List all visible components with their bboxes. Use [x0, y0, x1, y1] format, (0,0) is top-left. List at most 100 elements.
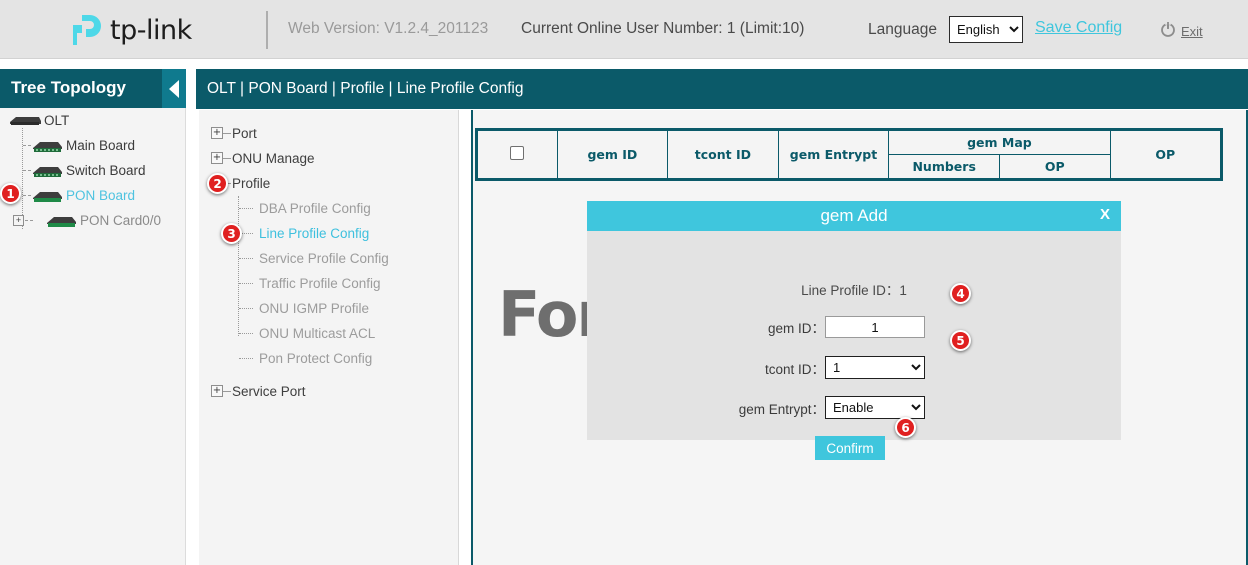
- gem-entrypt-field-row: gem Entrypt： Enable: [729, 396, 925, 419]
- tree-topology-title: Tree Topology: [11, 78, 126, 98]
- menu-item-label: ONU Multicast ACL: [259, 326, 375, 341]
- server-icon: [44, 215, 78, 227]
- step-badge-2: 2: [207, 173, 228, 194]
- menu-item-label: Service Port: [232, 384, 306, 399]
- step-badge-4: 4: [950, 283, 971, 304]
- tree-branch: [25, 220, 33, 221]
- tree-item-label: OLT: [44, 113, 69, 128]
- breadcrumb-bar: OLT | PON Board | Profile | Line Profile…: [196, 69, 1248, 109]
- step-badge-5: 5: [950, 330, 971, 351]
- tree-item-pon-board[interactable]: PON Board: [0, 183, 186, 208]
- tree-topology-header: Tree Topology: [0, 69, 186, 108]
- menu-item-onu-manage[interactable]: + ONU Manage: [199, 146, 458, 171]
- menu-item-label: Profile: [232, 176, 270, 191]
- step-badge-6: 6: [895, 417, 916, 438]
- language-select[interactable]: English: [949, 16, 1023, 43]
- online-user-count-text: Current Online User Number: 1 (Limit:10): [521, 20, 804, 38]
- close-icon[interactable]: X: [1100, 206, 1110, 223]
- tree-item-label: PON Board: [66, 188, 135, 203]
- column-gem-entrypt: gem Entrypt: [778, 131, 889, 179]
- menu-item-dba-profile-config[interactable]: DBA Profile Config: [199, 196, 458, 221]
- tree-item-pon-card[interactable]: + PON Card0/0: [0, 208, 186, 233]
- web-version-text: Web Version: V1.2.4_201123: [288, 20, 488, 38]
- menu-item-label: ONU Manage: [232, 151, 315, 166]
- header-divider: [266, 11, 268, 49]
- menu-item-label: ONU IGMP Profile: [259, 301, 369, 316]
- menu-item-pon-protect-config[interactable]: Pon Protect Config: [199, 346, 458, 371]
- menu-item-line-profile-config[interactable]: Line Profile Config 3: [199, 221, 458, 246]
- expand-plus-icon[interactable]: +: [211, 385, 223, 397]
- menu-item-service-profile-config[interactable]: Service Profile Config: [199, 246, 458, 271]
- language-label: Language: [868, 21, 937, 39]
- gem-id-field-row: gem ID：: [742, 316, 925, 338]
- confirm-button[interactable]: Confirm: [815, 436, 885, 460]
- save-config-link[interactable]: Save Config: [1035, 19, 1122, 37]
- menu-item-traffic-profile-config[interactable]: Traffic Profile Config: [199, 271, 458, 296]
- server-icon: [8, 115, 42, 127]
- nav-menu-panel: + Port + ONU Manage Profile 2 DBA Profil…: [199, 110, 459, 565]
- dialog-titlebar: gem Add X: [587, 201, 1121, 231]
- column-gem-map-numbers: Numbers: [889, 155, 1000, 179]
- gem-table: gem ID tcont ID gem Entrypt gem Map OP N…: [475, 128, 1223, 181]
- menu-item-profile[interactable]: Profile 2: [199, 171, 458, 196]
- expand-plus-icon[interactable]: +: [211, 152, 223, 164]
- server-icon: [30, 140, 64, 152]
- dialog-title: gem Add: [587, 206, 1121, 226]
- column-op: OP: [1110, 131, 1221, 179]
- gem-entrypt-select[interactable]: Enable: [825, 396, 925, 419]
- tcont-id-label: tcont ID：: [742, 358, 825, 378]
- column-tcont-id: tcont ID: [668, 131, 779, 179]
- server-icon: [30, 190, 64, 202]
- table-header-row: gem ID tcont ID gem Entrypt gem Map OP: [478, 131, 1221, 155]
- menu-branch: [223, 158, 231, 159]
- breadcrumb: OLT | PON Board | Profile | Line Profile…: [207, 80, 523, 98]
- gem-add-dialog: gem Add X Line Profile ID：1 gem ID： tcon…: [587, 201, 1121, 440]
- menu-item-service-port[interactable]: + Service Port: [199, 379, 458, 404]
- brand-name: tp-link: [110, 15, 192, 46]
- select-all-checkbox[interactable]: [510, 146, 524, 160]
- tcont-id-field-row: tcont ID： 1: [742, 356, 925, 379]
- menu-branch: [239, 208, 253, 209]
- tree-item-label: Main Board: [66, 138, 135, 153]
- step-badge-1: 1: [0, 183, 21, 204]
- gem-entrypt-label: gem Entrypt：: [729, 398, 825, 418]
- tree-topology-panel: Tree Topology OLT: [0, 69, 186, 565]
- expand-plus-icon[interactable]: +: [211, 127, 223, 139]
- column-gem-map: gem Map: [889, 131, 1110, 155]
- menu-branch: [239, 308, 253, 309]
- tree-item-switch-board[interactable]: Switch Board: [0, 158, 186, 183]
- app-window: tp-link Web Version: V1.2.4_201123 Curre…: [0, 0, 1248, 565]
- server-icon: [30, 165, 64, 177]
- tree-item-label: Switch Board: [66, 163, 146, 178]
- expand-plus-icon[interactable]: +: [13, 215, 24, 226]
- top-header-bar: tp-link Web Version: V1.2.4_201123 Curre…: [0, 0, 1248, 59]
- tree-item-label: PON Card0/0: [80, 213, 161, 228]
- exit-button[interactable]: Exit: [1160, 21, 1203, 42]
- gem-id-input[interactable]: [825, 316, 925, 338]
- menu-item-label: Traffic Profile Config: [259, 276, 381, 291]
- tree-item-olt[interactable]: OLT: [0, 108, 186, 133]
- exit-label: Exit: [1181, 24, 1203, 39]
- menu-branch: [223, 391, 231, 392]
- sidebar-collapse-button[interactable]: [162, 69, 186, 108]
- line-profile-id-text: Line Profile ID：1: [587, 279, 1121, 299]
- menu-branch: [239, 333, 253, 334]
- select-all-cell: [478, 131, 558, 179]
- step-badge-3: 3: [221, 223, 242, 244]
- tplink-mark-icon: [68, 13, 106, 47]
- menu-item-label: DBA Profile Config: [259, 201, 371, 216]
- chevron-left-icon: [169, 80, 179, 98]
- menu-branch: [239, 358, 253, 359]
- menu-branch: [239, 258, 253, 259]
- menu-item-onu-igmp-profile[interactable]: ONU IGMP Profile: [199, 296, 458, 321]
- column-gem-id: gem ID: [557, 131, 668, 179]
- menu-item-label: Pon Protect Config: [259, 351, 372, 366]
- tree-item-main-board[interactable]: Main Board: [0, 133, 186, 158]
- dialog-body: Line Profile ID：1 gem ID： tcont ID： 1 ge…: [587, 231, 1121, 440]
- tree-topology-body: OLT Main Board: [0, 108, 186, 233]
- menu-item-label: Service Profile Config: [259, 251, 389, 266]
- tcont-id-select[interactable]: 1: [825, 356, 925, 379]
- menu-item-port[interactable]: + Port: [199, 121, 458, 146]
- menu-item-onu-multicast-acl[interactable]: ONU Multicast ACL: [199, 321, 458, 346]
- menu-branch: [239, 283, 253, 284]
